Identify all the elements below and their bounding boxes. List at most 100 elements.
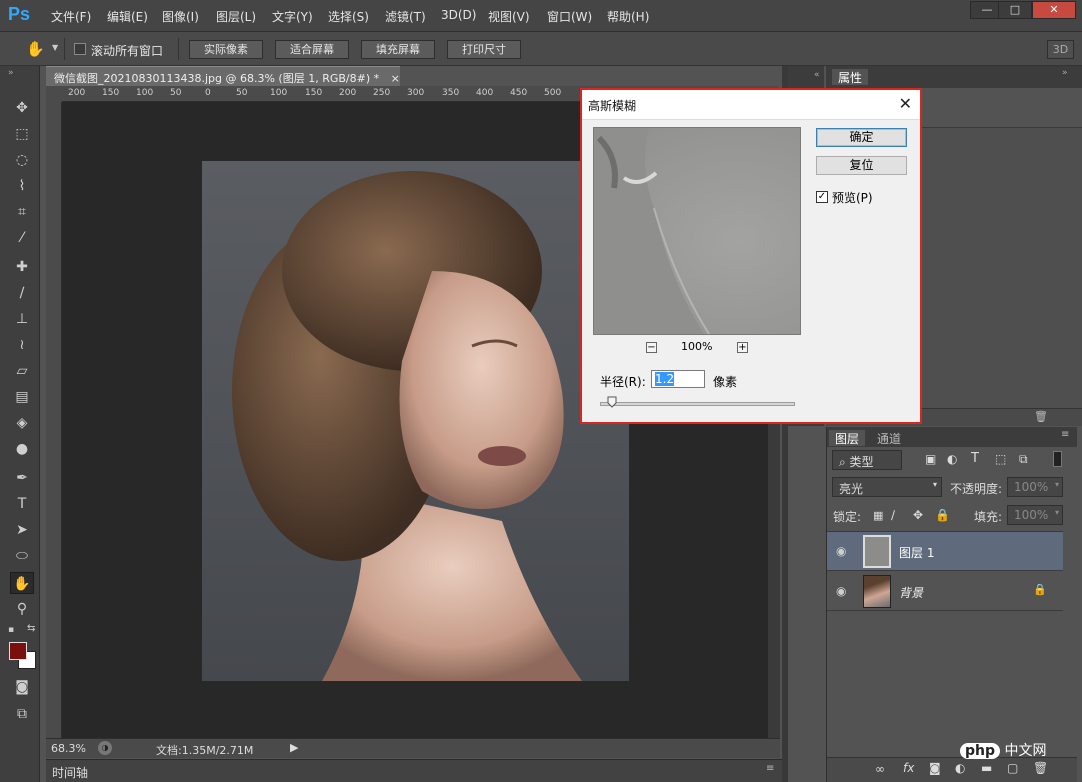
blend-mode-dropdown[interactable]: 亮光 ▾ [832, 477, 942, 497]
link-icon[interactable]: ∞ [875, 762, 885, 776]
lock-pixels-icon[interactable]: ∕ [891, 508, 895, 522]
filter-pixel-icon[interactable]: ▣ [925, 452, 936, 466]
tab-layers[interactable]: 图层 [829, 430, 866, 446]
timeline-panel[interactable]: 时间轴 ≡ [46, 759, 782, 782]
3d-mode-button[interactable]: 3D [1047, 40, 1074, 59]
blur-tool-icon[interactable]: ◈ [10, 412, 34, 434]
dodge-tool-icon[interactable]: ● [10, 438, 34, 460]
eyedropper-tool-icon[interactable]: ⁄ [10, 227, 34, 249]
hand-tool-preset-icon[interactable]: ✋ [26, 40, 45, 58]
swap-colors-icon[interactable]: ⇆ [27, 623, 35, 634]
shape-tool-icon[interactable]: ⬭ [10, 545, 34, 567]
radius-slider-track[interactable] [600, 402, 795, 406]
healing-brush-tool-icon[interactable]: ✚ [10, 256, 34, 278]
folder-icon[interactable]: ▬ [981, 761, 992, 775]
tab-properties[interactable]: 属性 [832, 69, 869, 85]
filter-kind-dropdown[interactable]: ⌕ 类型 [832, 450, 902, 470]
filter-shape-icon[interactable]: ⬚ [995, 452, 1006, 466]
fx-icon[interactable]: fx [903, 761, 914, 775]
visibility-eye-icon[interactable]: ◉ [836, 544, 846, 558]
fit-screen-button[interactable]: 适合屏幕 [275, 40, 349, 59]
zoom-tool-icon[interactable]: ⚲ [10, 598, 34, 620]
gradient-tool-icon[interactable]: ▤ [10, 386, 34, 408]
filter-toggle[interactable] [1053, 451, 1062, 467]
scroll-all-windows-checkbox[interactable] [74, 43, 86, 55]
hand-tool-icon[interactable]: ✋ [10, 572, 34, 594]
reset-button[interactable]: 复位 [816, 156, 907, 175]
lock-all-icon[interactable]: 🔒 [935, 508, 950, 522]
zoom-in-button[interactable]: + [737, 342, 748, 353]
quick-mask-icon[interactable]: ◙ [10, 676, 34, 698]
mask-icon[interactable]: ◙ [929, 761, 941, 775]
menu-view[interactable]: 视图(V) [488, 8, 530, 25]
new-layer-icon[interactable]: ▢ [1007, 761, 1018, 775]
print-size-button[interactable]: 打印尺寸 [447, 40, 521, 59]
collapse-icon[interactable]: « [814, 70, 820, 80]
menu-image[interactable]: 图像(I) [162, 8, 199, 25]
zoom-readout[interactable]: 68.3% [51, 742, 86, 755]
layer-name[interactable]: 图层 1 [899, 544, 934, 561]
panel-menu-icon[interactable]: ≡ [1061, 429, 1069, 440]
preview-label[interactable]: 预览(P) [832, 189, 873, 206]
preview-checkbox[interactable]: ✓ [816, 191, 828, 203]
trash-icon[interactable]: 🗑 [1033, 761, 1048, 775]
chevron-down-icon[interactable]: ▼ [52, 43, 58, 52]
filter-smart-object-icon[interactable]: ⧉ [1019, 452, 1028, 467]
lasso-tool-icon[interactable]: ◌ [10, 149, 34, 171]
panel-menu-icon[interactable]: ≡ [766, 763, 774, 774]
menu-select[interactable]: 选择(S) [328, 8, 369, 25]
close-window-button[interactable]: ✕ [1032, 1, 1076, 19]
close-tab-icon[interactable]: × [391, 72, 400, 85]
type-tool-icon[interactable]: T [10, 493, 34, 515]
radius-slider-thumb[interactable] [607, 396, 617, 408]
menu-help[interactable]: 帮助(H) [607, 8, 649, 25]
path-select-tool-icon[interactable]: ➤ [10, 519, 34, 541]
default-colors-icon[interactable]: ▪ [8, 625, 14, 635]
menu-layer[interactable]: 图层(L) [216, 8, 256, 25]
collapse-icon[interactable]: » [1062, 68, 1068, 78]
opacity-input[interactable]: 100% ▾ [1007, 477, 1063, 497]
menu-3d[interactable]: 3D(D) [441, 8, 476, 22]
menu-type[interactable]: 文字(Y) [272, 8, 313, 25]
lock-position-icon[interactable]: ✥ [913, 508, 923, 522]
layer-name[interactable]: 背景 [899, 584, 923, 601]
doc-info-icon[interactable]: ◑ [98, 741, 112, 755]
filter-preview[interactable] [593, 127, 801, 335]
ok-button[interactable]: 确定 [816, 128, 907, 147]
collapse-icon[interactable]: » [8, 68, 14, 78]
history-brush-tool-icon[interactable]: ≀ [10, 334, 34, 356]
quick-select-tool-icon[interactable]: ⌇ [10, 175, 34, 197]
filter-adjustment-icon[interactable]: ◐ [947, 452, 957, 466]
menu-edit[interactable]: 编辑(E) [107, 8, 148, 25]
trash-icon[interactable]: 🗑 [1034, 410, 1048, 423]
layer-row[interactable]: ◉ 背景 🔒 [827, 572, 1063, 611]
fill-screen-button[interactable]: 填充屏幕 [361, 40, 435, 59]
status-menu-arrow-icon[interactable]: ▶ [290, 741, 298, 754]
marquee-tool-icon[interactable]: ⬚ [10, 123, 34, 145]
lock-transparency-icon[interactable]: ▦ [873, 509, 883, 522]
visibility-eye-icon[interactable]: ◉ [836, 584, 846, 598]
filter-type-icon[interactable]: T [971, 451, 979, 466]
crop-tool-icon[interactable]: ⌗ [10, 201, 34, 223]
close-icon[interactable]: ✕ [899, 94, 912, 113]
zoom-out-button[interactable]: − [646, 342, 657, 353]
actual-pixels-button[interactable]: 实际像素 [189, 40, 263, 59]
menu-file[interactable]: 文件(F) [51, 8, 91, 25]
dialog-titlebar[interactable]: 高斯模糊 ✕ [582, 90, 920, 120]
menu-filter[interactable]: 滤镜(T) [385, 8, 426, 25]
fill-input[interactable]: 100% ▾ [1007, 505, 1063, 525]
radius-input[interactable]: 1.2 [651, 370, 705, 388]
screen-mode-icon[interactable]: ⧉ [10, 703, 34, 725]
layer-row[interactable]: ◉ 图层 1 [827, 532, 1063, 571]
document-tab[interactable]: 微信截图_20210830113438.jpg @ 68.3% (图层 1, R… [46, 66, 400, 86]
pen-tool-icon[interactable]: ✒ [10, 467, 34, 489]
tab-channels[interactable]: 通道 [871, 430, 907, 446]
move-tool-icon[interactable]: ✥ [10, 97, 34, 119]
eraser-tool-icon[interactable]: ▱ [10, 360, 34, 382]
vertical-ruler[interactable] [46, 102, 62, 738]
foreground-color-swatch[interactable] [9, 642, 27, 660]
maximize-button[interactable]: □ [998, 1, 1032, 19]
brush-tool-icon[interactable]: ∕ [10, 282, 34, 304]
adjustment-icon[interactable]: ◐ [955, 761, 965, 775]
clone-stamp-tool-icon[interactable]: ⊥ [10, 308, 34, 330]
